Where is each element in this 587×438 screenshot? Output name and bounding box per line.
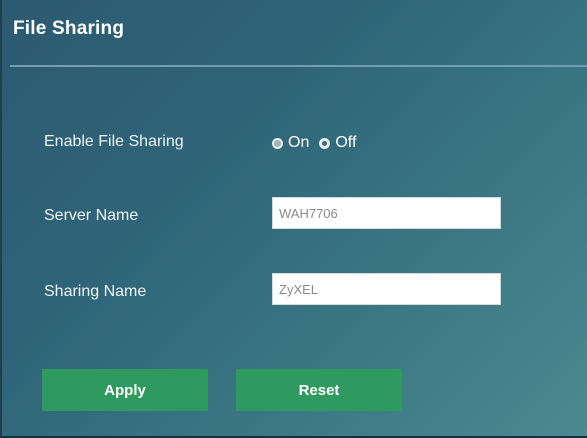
radio-on[interactable]: On: [272, 134, 309, 152]
apply-button[interactable]: Apply: [42, 369, 208, 411]
server-name-label: Server Name: [44, 207, 139, 224]
radio-off-indicator[interactable]: [319, 137, 331, 149]
reset-button[interactable]: Reset: [236, 369, 402, 411]
radio-on-indicator[interactable]: [272, 137, 283, 149]
sharing-name-label: Sharing Name: [44, 283, 147, 300]
radio-off[interactable]: Off: [319, 134, 356, 152]
file-sharing-panel: File Sharing Enable File Sharing On Off …: [0, 0, 587, 438]
enable-file-sharing-label: Enable File Sharing: [44, 133, 184, 150]
sharing-name-input[interactable]: [272, 273, 501, 305]
title-divider: [10, 65, 587, 67]
enable-file-sharing-radio-group: On Off: [272, 133, 356, 153]
page-title: File Sharing: [13, 18, 125, 39]
server-name-input[interactable]: [272, 197, 501, 229]
radio-on-label: On: [288, 134, 310, 151]
radio-off-label: Off: [335, 134, 357, 151]
